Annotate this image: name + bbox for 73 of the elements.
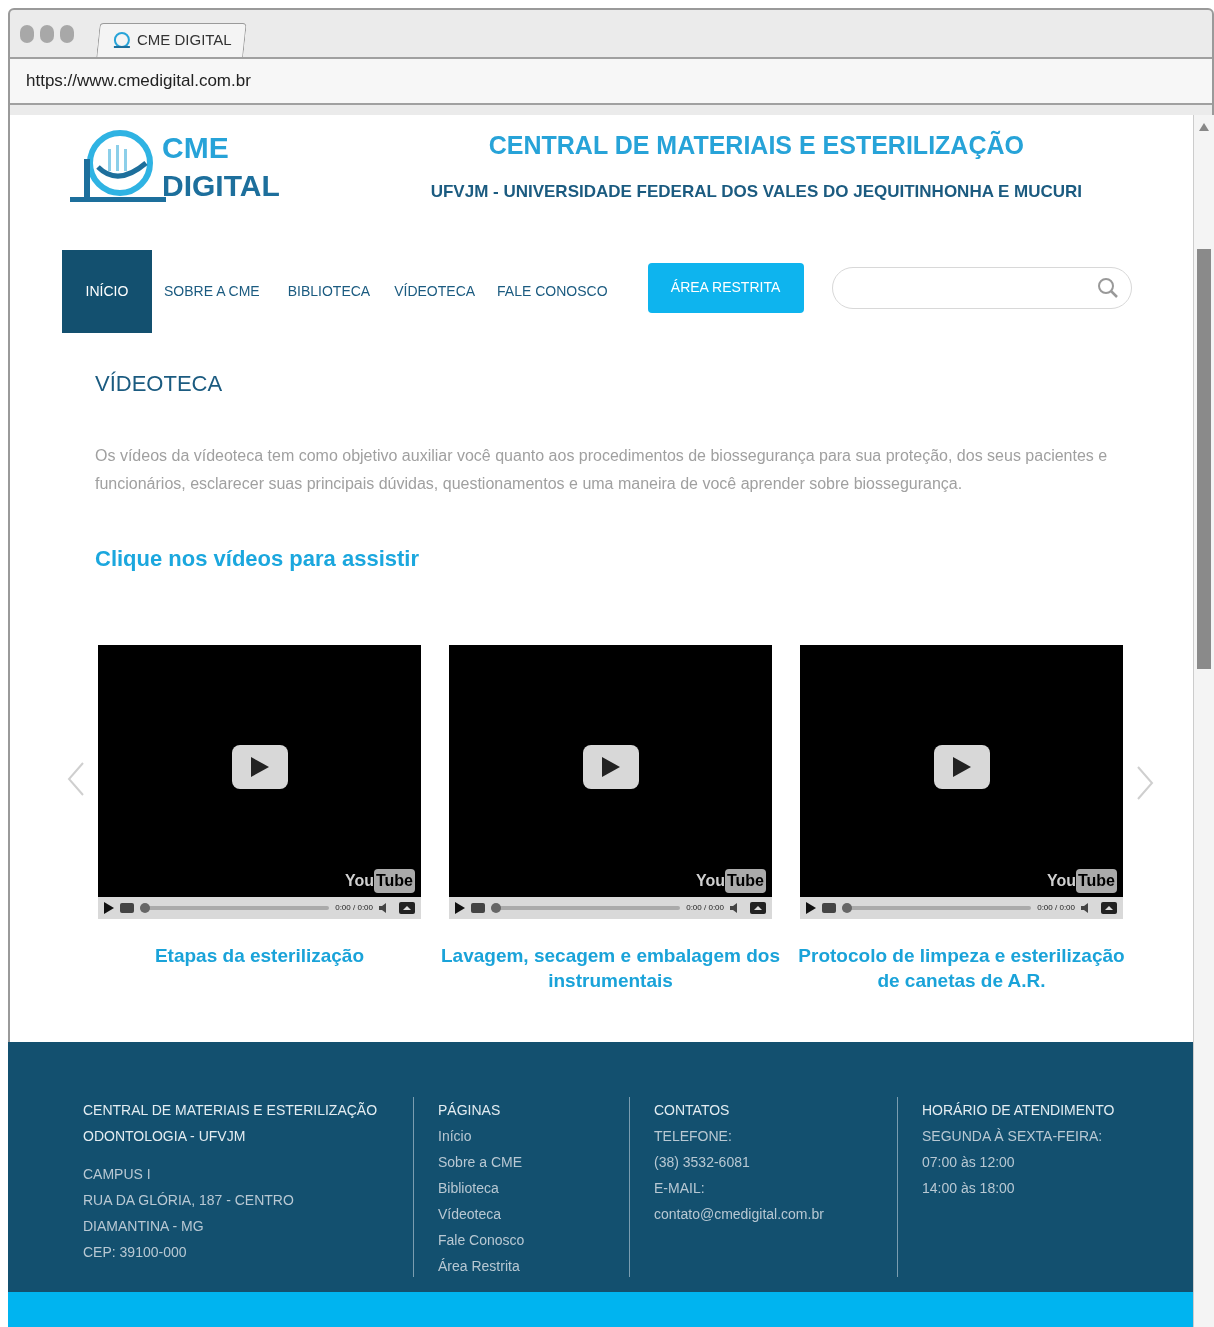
search-icon — [1096, 276, 1119, 299]
section-heading: Clique nos vídeos para assistir — [95, 545, 420, 573]
footer-heading: HORÁRIO DE ATENDIMENTO — [922, 1101, 1116, 1120]
footer-text: SEGUNDA À SEXTA-FEIRA: — [922, 1127, 1104, 1146]
tab-title: CME DIGITAL — [136, 30, 232, 51]
browser-tab[interactable]: CME DIGITAL — [96, 23, 247, 57]
page-heading: VÍDEOTECA — [95, 370, 224, 398]
footer-link[interactable]: Fale Conosco — [438, 1227, 629, 1253]
progress-thumb[interactable] — [140, 903, 150, 913]
footer-link[interactable]: Biblioteca — [438, 1175, 629, 1201]
footer-link[interactable]: Área Restrita — [438, 1253, 629, 1279]
footer-heading: PÁGINAS — [438, 1101, 502, 1120]
footer-text: CAMPUS I — [83, 1165, 152, 1184]
play-button[interactable] — [934, 745, 990, 789]
footer-text: DIAMANTINA - MG — [83, 1217, 205, 1236]
video-player[interactable]: YouTube 0:00 / 0:00 — [98, 645, 421, 919]
footer-link[interactable]: Vídeoteca — [438, 1201, 629, 1227]
progress-track[interactable] — [140, 906, 330, 910]
play-icon — [251, 757, 269, 777]
player-controls[interactable]: 0:00 / 0:00 — [800, 897, 1123, 919]
intro-paragraph: Os vídeos da vídeoteca tem como objetivo auxiliar você quanto aos procedimentos de biossegurança para sua proteção, dos seus pacientes e funcionários, esclarecer suas principais dúvidas, questionamentos e uma maneira de você aprender sobre biossegurança. — [95, 446, 1109, 494]
player-controls[interactable]: 0:00 / 0:00 — [449, 897, 772, 919]
youtube-logo-text: You — [344, 871, 374, 891]
footer-text: 14:00 às 18:00 — [922, 1179, 1016, 1198]
footer-text: (38) 3532-6081 — [654, 1153, 751, 1172]
progress-track[interactable] — [842, 906, 1032, 910]
site-title: CENTRAL DE MATERIAIS E ESTERILIZAÇÃO — [488, 129, 1024, 161]
scrollbar[interactable] — [1193, 115, 1214, 1327]
nav-tab[interactable]: INÍCIO — [62, 250, 152, 333]
progress-track[interactable] — [491, 906, 681, 910]
scroll-up-icon[interactable] — [1199, 123, 1209, 131]
footer-text: E-MAIL: — [654, 1179, 706, 1198]
stop-icon[interactable] — [822, 903, 836, 913]
fullscreen-icon[interactable] — [750, 902, 766, 914]
play-button[interactable] — [232, 745, 288, 789]
footer-text: TELEFONE: — [654, 1127, 733, 1146]
footer-link[interactable]: contato@cmedigital.com.br — [654, 1201, 897, 1227]
footer-text: CEP: 39100-000 — [83, 1243, 188, 1262]
site-subtitle: UFVJM - UNIVERSIDADE FEDERAL DOS VALES DO JEQUITINHONHA E MUCURI — [430, 180, 1083, 203]
play-icon[interactable] — [104, 902, 114, 914]
youtube-logo-text: Tube — [724, 869, 766, 893]
footer-link[interactable]: Início — [438, 1123, 629, 1149]
footer-heading: CONTATOS — [654, 1101, 731, 1120]
footer-heading: CENTRAL DE MATERIAIS E ESTERILIZAÇÃO — [83, 1101, 379, 1120]
play-icon — [602, 757, 620, 777]
play-icon — [953, 757, 971, 777]
youtube-logo-text: You — [1046, 871, 1076, 891]
footer-text: RUA DA GLÓRIA, 187 - CENTRO — [83, 1191, 295, 1210]
address-bar[interactable]: https://www.cmedigital.com.br — [26, 68, 251, 94]
time-display: 0:00 / 0:00 — [335, 902, 373, 914]
time-display: 0:00 / 0:00 — [686, 902, 724, 914]
youtube-logo-text: Tube — [373, 869, 415, 893]
time-display: 0:00 / 0:00 — [1037, 902, 1075, 914]
video-player[interactable]: YouTube 0:00 / 0:00 — [800, 645, 1123, 919]
player-controls[interactable]: 0:00 / 0:00 — [98, 897, 421, 919]
stop-icon[interactable] — [471, 903, 485, 913]
progress-thumb[interactable] — [491, 903, 501, 913]
logo-text: CME — [162, 133, 230, 163]
logo-text: DIGITAL — [162, 171, 280, 201]
stop-icon[interactable] — [120, 903, 134, 913]
play-icon[interactable] — [455, 902, 465, 914]
progress-thumb[interactable] — [842, 903, 852, 913]
footer-text: 07:00 às 12:00 — [922, 1153, 1016, 1172]
play-button[interactable] — [583, 745, 639, 789]
scrollbar-thumb[interactable] — [1197, 249, 1211, 669]
youtube-logo-text: You — [695, 871, 725, 891]
fullscreen-icon[interactable] — [399, 902, 415, 914]
play-icon[interactable] — [806, 902, 816, 914]
video-player[interactable]: YouTube 0:00 / 0:00 — [449, 645, 772, 919]
footer-link[interactable]: Sobre a CME — [438, 1149, 629, 1175]
footer-text: ODONTOLOGIA - UFVJM — [83, 1127, 247, 1146]
fullscreen-icon[interactable] — [1101, 902, 1117, 914]
youtube-logo-text: Tube — [1075, 869, 1117, 893]
